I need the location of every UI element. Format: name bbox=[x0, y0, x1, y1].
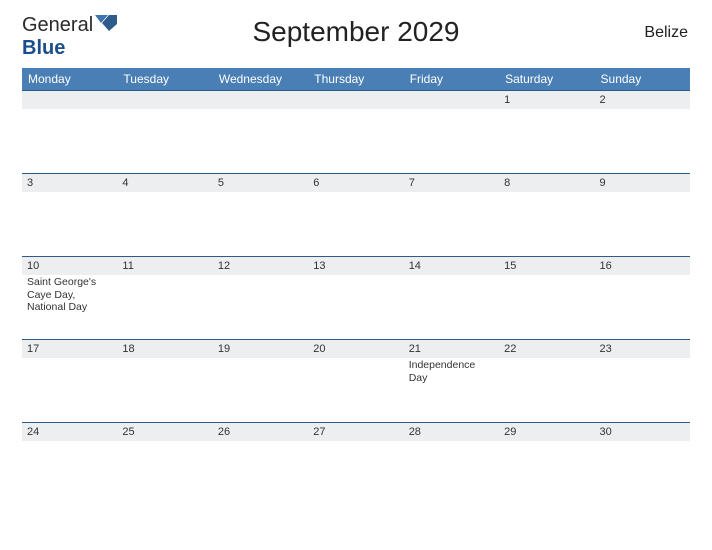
day-event bbox=[595, 192, 690, 256]
day-number: 19 bbox=[213, 340, 308, 358]
day-number: 23 bbox=[595, 340, 690, 358]
day-event: Saint George's Caye Day, National Day bbox=[22, 275, 117, 339]
calendar-grid: Monday Tuesday Wednesday Thursday Friday… bbox=[22, 68, 690, 505]
calendar-title: September 2029 bbox=[22, 16, 690, 48]
daynum-row: 24 25 26 27 28 29 30 bbox=[22, 423, 690, 441]
week-row: 17 18 19 20 21 22 23 Independence Day bbox=[22, 339, 690, 422]
daynum-row: 3 4 5 6 7 8 9 bbox=[22, 174, 690, 192]
weekday-header-row: Monday Tuesday Wednesday Thursday Friday… bbox=[22, 68, 690, 90]
day-number: 5 bbox=[213, 174, 308, 192]
day-number: 25 bbox=[117, 423, 212, 441]
day-event bbox=[213, 275, 308, 339]
day-event bbox=[22, 358, 117, 422]
day-number: 28 bbox=[404, 423, 499, 441]
day-event bbox=[404, 275, 499, 339]
day-event bbox=[499, 358, 594, 422]
event-row bbox=[22, 441, 690, 505]
day-number: 18 bbox=[117, 340, 212, 358]
day-number: 15 bbox=[499, 257, 594, 275]
daynum-row: 10 11 12 13 14 15 16 bbox=[22, 257, 690, 275]
day-number: 26 bbox=[213, 423, 308, 441]
day-event bbox=[308, 109, 403, 173]
country-label: Belize bbox=[644, 24, 688, 42]
weekday-header: Monday bbox=[22, 68, 117, 90]
week-row: 3 4 5 6 7 8 9 bbox=[22, 173, 690, 256]
day-event bbox=[499, 192, 594, 256]
day-event bbox=[499, 109, 594, 173]
day-number bbox=[308, 91, 403, 109]
day-number: 9 bbox=[595, 174, 690, 192]
event-row: Saint George's Caye Day, National Day bbox=[22, 275, 690, 339]
day-event bbox=[117, 358, 212, 422]
day-number: 11 bbox=[117, 257, 212, 275]
week-row: 24 25 26 27 28 29 30 bbox=[22, 422, 690, 505]
day-event bbox=[499, 441, 594, 505]
day-number: 22 bbox=[499, 340, 594, 358]
header: GeneralBlue September 2029 Belize bbox=[22, 14, 690, 62]
day-event bbox=[22, 192, 117, 256]
day-event bbox=[117, 275, 212, 339]
event-row bbox=[22, 109, 690, 173]
day-number: 24 bbox=[22, 423, 117, 441]
day-number: 2 bbox=[595, 91, 690, 109]
daynum-row: 1 2 bbox=[22, 91, 690, 109]
day-event bbox=[308, 358, 403, 422]
calendar-page: GeneralBlue September 2029 Belize Monday… bbox=[0, 0, 712, 505]
weekday-header: Tuesday bbox=[117, 68, 212, 90]
day-event bbox=[22, 109, 117, 173]
day-event bbox=[308, 192, 403, 256]
weekday-header: Thursday bbox=[308, 68, 403, 90]
week-row: 1 2 bbox=[22, 90, 690, 173]
day-number: 16 bbox=[595, 257, 690, 275]
day-number bbox=[404, 91, 499, 109]
weekday-header: Wednesday bbox=[213, 68, 308, 90]
day-number: 8 bbox=[499, 174, 594, 192]
day-number: 17 bbox=[22, 340, 117, 358]
day-number: 27 bbox=[308, 423, 403, 441]
day-number: 7 bbox=[404, 174, 499, 192]
day-event bbox=[404, 192, 499, 256]
week-row: 10 11 12 13 14 15 16 Saint George's Caye… bbox=[22, 256, 690, 339]
day-event: Independence Day bbox=[404, 358, 499, 422]
day-event bbox=[499, 275, 594, 339]
day-event bbox=[308, 441, 403, 505]
day-number: 13 bbox=[308, 257, 403, 275]
day-event bbox=[404, 441, 499, 505]
day-event bbox=[117, 441, 212, 505]
day-event bbox=[213, 192, 308, 256]
weekday-header: Saturday bbox=[499, 68, 594, 90]
weekday-header: Friday bbox=[404, 68, 499, 90]
day-event bbox=[213, 358, 308, 422]
day-number: 12 bbox=[213, 257, 308, 275]
event-row: Independence Day bbox=[22, 358, 690, 422]
day-event bbox=[595, 358, 690, 422]
day-number: 3 bbox=[22, 174, 117, 192]
day-number bbox=[22, 91, 117, 109]
day-number bbox=[213, 91, 308, 109]
daynum-row: 17 18 19 20 21 22 23 bbox=[22, 340, 690, 358]
day-number: 14 bbox=[404, 257, 499, 275]
weekday-header: Sunday bbox=[595, 68, 690, 90]
day-number bbox=[117, 91, 212, 109]
day-number: 4 bbox=[117, 174, 212, 192]
day-event bbox=[595, 441, 690, 505]
day-event bbox=[308, 275, 403, 339]
day-number: 10 bbox=[22, 257, 117, 275]
day-event bbox=[213, 109, 308, 173]
day-event bbox=[117, 192, 212, 256]
event-row bbox=[22, 192, 690, 256]
day-event bbox=[404, 109, 499, 173]
day-event bbox=[117, 109, 212, 173]
day-number: 20 bbox=[308, 340, 403, 358]
day-event bbox=[595, 109, 690, 173]
day-event bbox=[595, 275, 690, 339]
day-number: 6 bbox=[308, 174, 403, 192]
day-number: 1 bbox=[499, 91, 594, 109]
day-number: 29 bbox=[499, 423, 594, 441]
day-event bbox=[22, 441, 117, 505]
day-number: 30 bbox=[595, 423, 690, 441]
day-number: 21 bbox=[404, 340, 499, 358]
day-event bbox=[213, 441, 308, 505]
